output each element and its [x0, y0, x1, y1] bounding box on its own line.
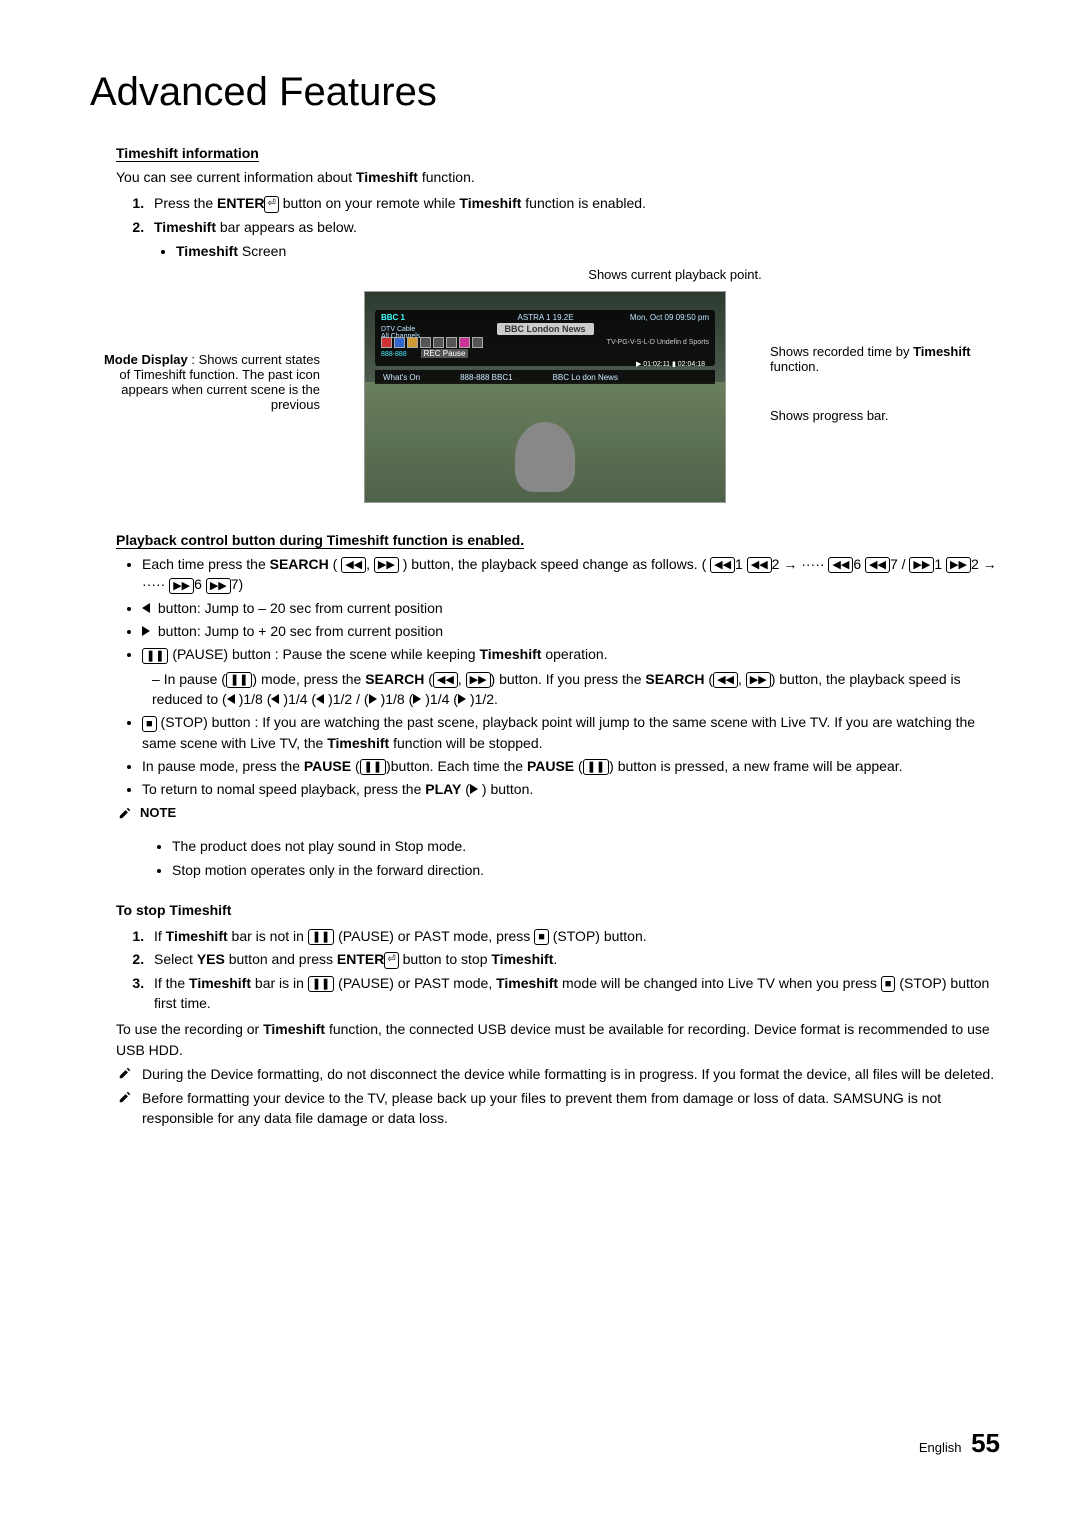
stop-paragraph: To use the recording or Timeshift functi…	[116, 1019, 1000, 1060]
timeshift-info-heading: Timeshift information	[116, 145, 259, 162]
osd-row-b: BBC Lo don News	[553, 373, 618, 382]
rewind-icon: ◀◀	[713, 672, 738, 688]
tip-formatting: During the Device formatting, do not dis…	[116, 1064, 1000, 1084]
ffwd-icon: ▶▶	[466, 672, 491, 688]
note-2: Stop motion operates only in the forward…	[172, 860, 1000, 880]
stop-icon: ■	[881, 976, 896, 992]
osd-rec-badge: REC Pause	[421, 349, 469, 358]
timeshift-info-section: Timeshift information You can see curren…	[116, 139, 1000, 261]
note-1: The product does not play sound in Stop …	[172, 836, 1000, 856]
ffwd-icon: ▶▶	[909, 557, 934, 573]
stop-icon: ■	[142, 716, 157, 732]
callout-mode-display: Mode Display : Shows current states of T…	[90, 352, 320, 412]
ffwd-icon: ▶▶	[169, 578, 194, 594]
stop-step-3: If the Timeshift bar is in ❚❚ (PAUSE) or…	[148, 973, 1000, 1014]
osd-icon	[446, 337, 457, 348]
pause-icon: ❚❚	[226, 672, 252, 688]
pause-icon: ❚❚	[360, 759, 386, 775]
stop-icon: ■	[534, 929, 549, 945]
ffwd-icon: ▶▶	[746, 672, 771, 688]
page-footer: English 55	[919, 1428, 1000, 1459]
osd-icon	[459, 337, 470, 348]
bullet-jump-back: button: Jump to – 20 sec from current po…	[142, 598, 1000, 618]
right-arrow-icon	[142, 623, 154, 639]
rewind-icon: ◀◀	[341, 557, 366, 573]
playback-heading: Playback control button during Timeshift…	[116, 532, 524, 549]
osd-row-a: 888-888 BBC1	[460, 373, 512, 382]
bullet-pause: ❚❚ (PAUSE) button : Pause the scene whil…	[142, 644, 1000, 709]
osd-channel: BBC 1	[381, 313, 405, 322]
osd-timebar: ▶ 01:02:11 ▮ 02:04:18	[636, 360, 705, 368]
osd-date: Mon, Oct 09 09:50 pm	[630, 313, 709, 322]
timeshift-screen-bullet: Timeshift Screen	[176, 241, 1000, 261]
pause-icon: ❚❚	[142, 648, 168, 664]
callout-recorded-time: Shows recorded time by Timeshift functio…	[770, 344, 1000, 374]
left-arrow-icon	[271, 691, 283, 707]
right-arrow-icon	[369, 691, 381, 707]
page-title: Advanced Features	[90, 70, 1000, 115]
rewind-icon: ◀◀	[747, 557, 772, 573]
osd-rating: TV-PG-V-S-L-D Undefin d Sports	[607, 339, 709, 346]
bullet-search-speed: Each time press the SEARCH ( ◀◀, ▶▶ ) bu…	[142, 554, 1000, 595]
osd-icon	[407, 337, 418, 348]
figure-callout-top: Shows current playback point.	[350, 267, 1000, 282]
osd-astra: ASTRA 1 19.2E	[518, 313, 574, 322]
osd-icon	[394, 337, 405, 348]
ffwd-icon: ▶▶	[206, 578, 231, 594]
timeshift-screenshot: BBC 1 ASTRA 1 19.2E Mon, Oct 09 09:50 pm…	[365, 292, 725, 502]
left-arrow-icon	[227, 691, 239, 707]
note-icon	[116, 806, 134, 820]
right-arrow-icon	[413, 691, 425, 707]
bullet-return-play: To return to nomal speed playback, press…	[142, 779, 1000, 799]
enter-icon: ⏎	[384, 952, 398, 969]
callout-progress-bar: Shows progress bar.	[770, 408, 1000, 423]
note-label: NOTE	[116, 805, 1000, 820]
stop-heading: To stop Timeshift	[116, 902, 231, 918]
stop-step-2: Select YES button and press ENTER⏎ butto…	[148, 949, 1000, 969]
footer-page-number: 55	[971, 1428, 1000, 1458]
rewind-icon: ◀◀	[828, 557, 853, 573]
pause-icon: ❚❚	[308, 929, 334, 945]
stop-step-1: If Timeshift bar is not in ❚❚ (PAUSE) or…	[148, 926, 1000, 946]
rewind-icon: ◀◀	[710, 557, 735, 573]
bullet-pausemode-frame: In pause mode, press the PAUSE (❚❚)butto…	[142, 756, 1000, 776]
timeshift-intro: You can see current information about Ti…	[116, 167, 1000, 187]
left-arrow-icon	[142, 600, 154, 616]
ffwd-icon: ▶▶	[374, 557, 399, 573]
ffwd-icon: ▶▶	[946, 557, 971, 573]
right-arrow-icon	[458, 691, 470, 707]
osd-prog-title: BBC London News	[497, 323, 594, 335]
enter-icon: ⏎	[264, 196, 278, 213]
play-icon	[470, 781, 482, 797]
stop-timeshift-section: To stop Timeshift If Timeshift bar is no…	[116, 896, 1000, 1129]
bullet-jump-fwd: button: Jump to + 20 sec from current po…	[142, 621, 1000, 641]
note-icon	[116, 1066, 134, 1080]
rewind-icon: ◀◀	[433, 672, 458, 688]
playback-section: Playback control button during Timeshift…	[116, 526, 1000, 880]
osd-dtv: DTV Cable	[381, 326, 415, 333]
step-1: Press the ENTER⏎ button on your remote w…	[148, 193, 1000, 213]
tip-backup: Before formatting your device to the TV,…	[116, 1088, 1000, 1129]
left-arrow-icon	[316, 691, 328, 707]
osd-icon	[472, 337, 483, 348]
osd-icon	[420, 337, 431, 348]
pause-icon: ❚❚	[583, 759, 609, 775]
rewind-icon: ◀◀	[865, 557, 890, 573]
osd-icon	[381, 337, 392, 348]
osd-whatson: What's On	[383, 373, 420, 382]
step-2: Timeshift bar appears as below. Timeshif…	[148, 217, 1000, 262]
note-icon	[116, 1090, 134, 1104]
bullet-stop: ■ (STOP) button : If you are watching th…	[142, 712, 1000, 753]
osd-icon	[433, 337, 444, 348]
pause-icon: ❚❚	[308, 976, 334, 992]
footer-lang: English	[919, 1440, 962, 1455]
